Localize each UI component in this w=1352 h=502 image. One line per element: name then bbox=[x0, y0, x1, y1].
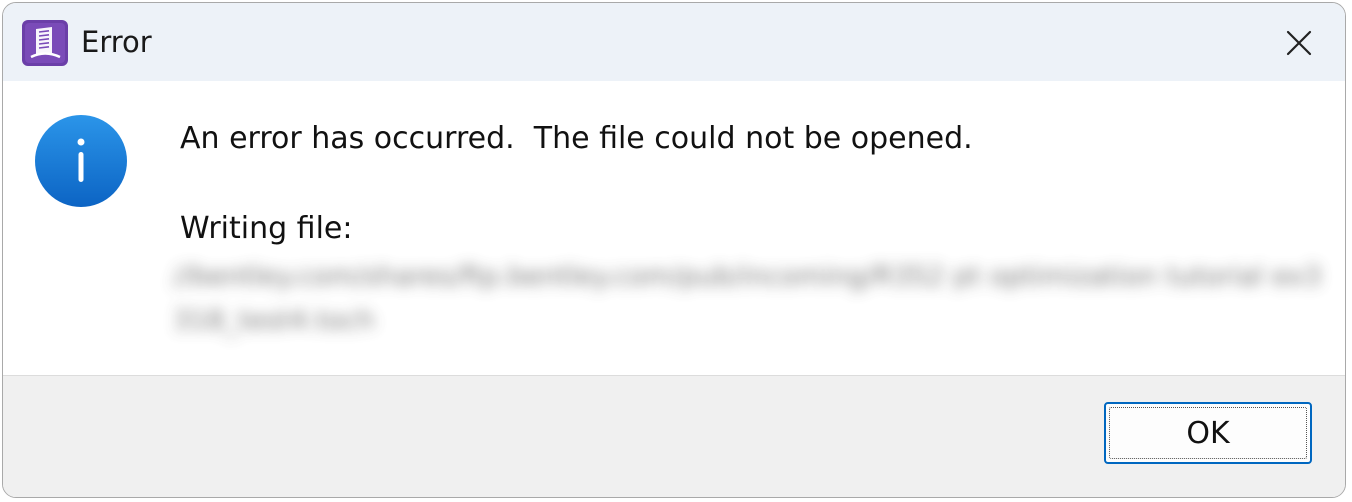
error-message: An error has occurred. The file could no… bbox=[180, 121, 973, 156]
title-bar[interactable]: Error bbox=[3, 3, 1345, 81]
window-title: Error bbox=[81, 25, 152, 59]
detail-label: Writing file: bbox=[180, 211, 353, 246]
close-icon bbox=[1286, 30, 1312, 56]
info-icon bbox=[35, 115, 127, 207]
book-building-icon bbox=[22, 20, 68, 66]
dialog-content: An error has occurred. The file could no… bbox=[3, 81, 1345, 375]
file-path: //bentley.com/shares/ftp.bentley.com/pub… bbox=[173, 261, 1322, 336]
ok-button[interactable]: OK bbox=[1104, 402, 1312, 464]
close-button[interactable] bbox=[1271, 17, 1327, 69]
error-dialog: Error An error has occurred. The file co… bbox=[2, 2, 1346, 498]
button-bar: OK bbox=[3, 375, 1345, 497]
